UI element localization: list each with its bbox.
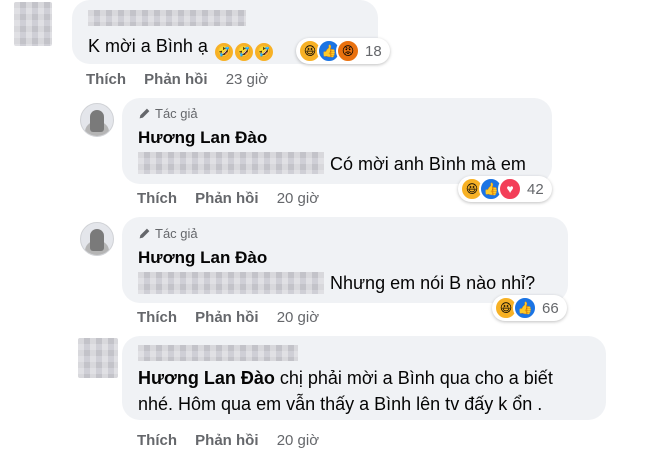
reply-text-line-1: Hương Lan Đào chị phải mời a Bình qua ch… (138, 368, 553, 389)
like-link[interactable]: Thích (86, 71, 126, 88)
comment-text: K mời a Bình ạ 🤣 🤣 🤣 (88, 36, 273, 61)
reaction-count: 42 (527, 180, 544, 198)
reaction-count: 18 (365, 42, 382, 60)
author-avatar[interactable] (80, 103, 114, 137)
comment-time[interactable]: 20 giờ (277, 309, 319, 326)
comment-actions: Thích Phản hồi 20 giờ (137, 309, 333, 326)
reply-text-content: chị phải mời a Bình qua cho a biết (279, 368, 553, 388)
tagged-name-blurred[interactable] (138, 152, 324, 174)
reaction-summary[interactable]: 😆 👍 ♥ 42 (458, 176, 552, 202)
commenter-name-blurred[interactable] (138, 345, 298, 361)
author-badge-label: Tác giả (155, 226, 198, 241)
tagged-name-blurred[interactable] (138, 272, 324, 294)
comment-text-content: K mời a Bình ạ (88, 36, 208, 56)
reaction-summary[interactable]: 😆 👍 😡 18 (296, 38, 390, 64)
author-name[interactable]: Hương Lan Đào (138, 128, 267, 148)
rofl-emoji-icon: 🤣 (214, 43, 233, 61)
pencil-icon (139, 108, 150, 119)
author-avatar[interactable] (80, 222, 114, 256)
reply-link[interactable]: Phản hồi (195, 432, 258, 449)
commenter-avatar-blurred[interactable] (14, 2, 52, 46)
commenter-avatar-blurred[interactable] (78, 338, 118, 378)
reaction-summary[interactable]: 😆 👍 66 (492, 295, 567, 321)
author-badge-label: Tác giả (155, 106, 198, 121)
rofl-emoji-icon: 🤣 (234, 43, 253, 61)
rofl-emoji-icon: 🤣 (254, 43, 273, 61)
reply-text-line-2: nhé. Hôm qua em vẫn thấy a Bình lên tv đ… (138, 394, 543, 414)
love-icon: ♥ (498, 177, 522, 201)
commenter-name-blurred[interactable] (88, 10, 246, 26)
comment-time[interactable]: 20 giờ (277, 190, 319, 207)
comment-actions: Thích Phản hồi 20 giờ (137, 432, 333, 449)
author-name[interactable]: Hương Lan Đào (138, 248, 267, 268)
reply-link[interactable]: Phản hồi (195, 309, 258, 326)
like-link[interactable]: Thích (137, 432, 177, 449)
mention-link[interactable]: Hương Lan Đào (138, 368, 275, 388)
like-link[interactable]: Thích (137, 190, 177, 207)
pencil-icon (139, 228, 150, 239)
comment-actions: Thích Phản hồi 23 giờ (86, 71, 282, 88)
reaction-count: 66 (542, 299, 559, 317)
comment-actions: Thích Phản hồi 20 giờ (137, 190, 333, 207)
reply-link[interactable]: Phản hồi (144, 71, 207, 88)
like-link[interactable]: Thích (137, 309, 177, 326)
author-badge: Tác giả (138, 226, 198, 241)
angry-icon: 😡 (336, 39, 360, 63)
comment-time[interactable]: 20 giờ (277, 432, 319, 449)
author-badge: Tác giả (138, 106, 198, 121)
reply-text: Có mời anh Bình mà em (330, 154, 526, 174)
reply-text: Nhưng em nói B nào nhỉ? (330, 273, 536, 293)
like-icon: 👍 (513, 296, 537, 320)
reply-link[interactable]: Phản hồi (195, 190, 258, 207)
comment-time[interactable]: 23 giờ (226, 71, 268, 88)
